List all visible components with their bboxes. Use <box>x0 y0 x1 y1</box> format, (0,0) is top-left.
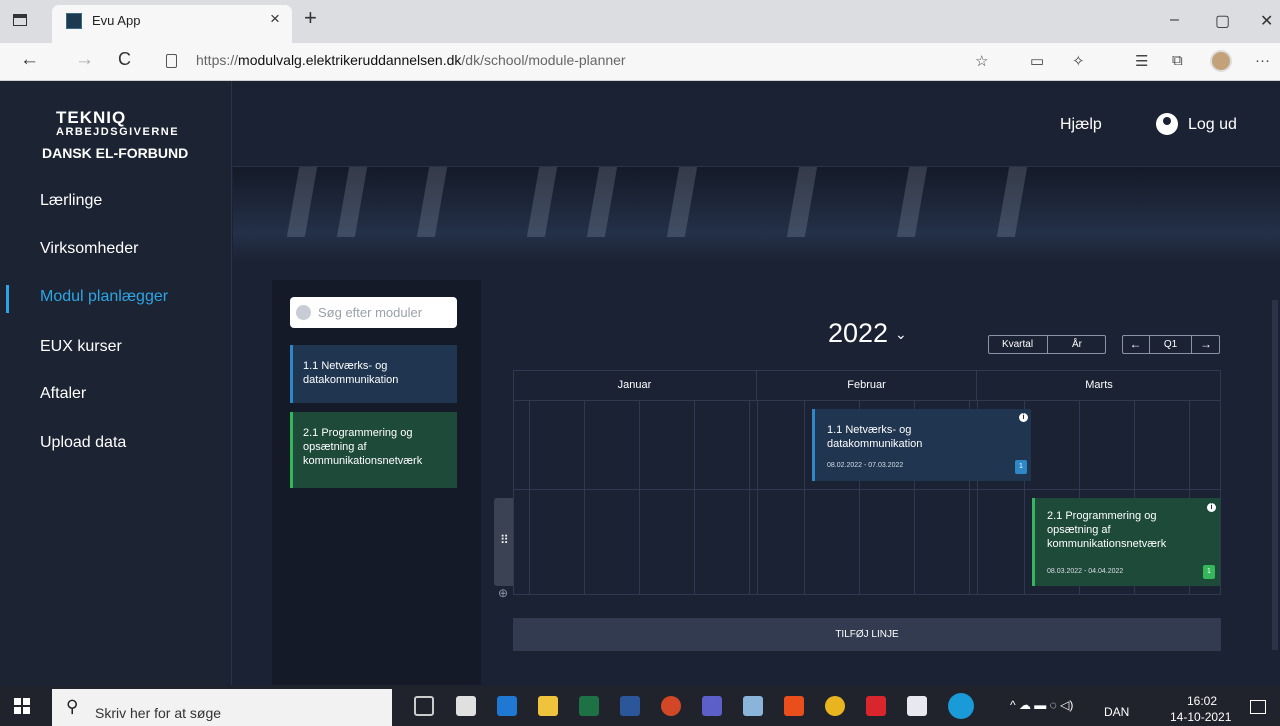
week-divider <box>584 401 585 594</box>
sidebar-active-indicator <box>6 285 9 313</box>
hero-banner <box>233 167 1280 262</box>
info-icon[interactable]: i <box>1207 503 1216 512</box>
chevron-down-icon[interactable]: ⌄ <box>895 326 907 343</box>
help-link[interactable]: Hjælp <box>1060 116 1102 134</box>
view-year-button[interactable]: År <box>1048 335 1106 354</box>
sidebar-item-virksomheder[interactable]: Virksomheder <box>40 240 138 258</box>
month-header-februar: Februar <box>757 370 977 401</box>
add-row-icon[interactable]: ⊕ <box>498 586 508 600</box>
count-badge: 1 <box>1015 460 1027 474</box>
logo-arbejdsgiverne: ARBEJDSGIVERNE <box>56 126 180 138</box>
month-header-januar: Januar <box>513 370 757 401</box>
tab-close-icon[interactable]: × <box>270 9 280 29</box>
extensions-icon[interactable]: ✧ <box>1072 52 1085 70</box>
row-divider <box>513 489 1221 490</box>
clock-date[interactable]: 14-10-2021 <box>1170 710 1231 724</box>
sidebar <box>0 81 232 685</box>
url-path: /dk/school/module-planner <box>461 52 626 68</box>
add-line-button[interactable]: TILFØJ LINJE <box>513 618 1221 651</box>
url-prefix: https:// <box>196 52 239 68</box>
notifications-icon[interactable] <box>1250 700 1266 714</box>
module-search-placeholder: Søg efter moduler <box>318 305 423 320</box>
week-divider <box>749 401 750 594</box>
excel-icon[interactable] <box>579 696 599 716</box>
language-indicator[interactable]: DAN <box>1104 705 1129 719</box>
month-divider <box>757 401 758 594</box>
powerpoint-icon[interactable] <box>661 696 681 716</box>
taskbar-search-placeholder: Skriv her for at søge <box>95 705 222 721</box>
week-divider <box>694 401 695 594</box>
page-scrollbar[interactable] <box>1272 300 1278 650</box>
event-title: 1.1 Netværks- og datakommunikation <box>827 424 923 450</box>
week-divider <box>529 401 530 594</box>
module-card-1-1[interactable]: 1.1 Netværks- og datakommunikation <box>290 345 457 403</box>
more-menu-icon[interactable]: ··· <box>1255 52 1270 69</box>
minimize-button[interactable]: – <box>1170 11 1179 29</box>
logo-dansk-el-forbund: DANSK EL-FORBUND <box>42 145 189 161</box>
module-card-2-1[interactable]: 2.1 Programmering og opsætning af kommun… <box>290 412 457 488</box>
next-quarter-button[interactable]: → <box>1192 335 1220 354</box>
week-divider <box>804 401 805 594</box>
new-tab-button[interactable]: + <box>304 5 317 31</box>
logo-tekniq: TEKNIQ <box>56 108 127 127</box>
tab-actions-icon[interactable] <box>13 14 27 26</box>
teams-icon[interactable] <box>702 696 722 716</box>
logout-link[interactable]: Log ud <box>1188 116 1237 134</box>
favorite-star-icon[interactable]: ☆ <box>975 52 988 70</box>
office-icon[interactable] <box>784 696 804 716</box>
outlook-icon[interactable] <box>497 696 517 716</box>
pen-app-icon[interactable] <box>743 696 763 716</box>
system-tray-icons[interactable]: ^ ☁ ▬ ◌ ◁) <box>1010 698 1073 712</box>
month-header-marts: Marts <box>977 370 1221 401</box>
count-badge: 1 <box>1203 565 1215 579</box>
restore-button[interactable]: ▢ <box>1215 11 1230 31</box>
collections-icon[interactable]: ⧉ <box>1172 52 1183 69</box>
sidebar-item-aftaler[interactable]: Aftaler <box>40 385 86 403</box>
lock-icon[interactable] <box>166 54 177 68</box>
top-header <box>233 81 1280 167</box>
prev-quarter-button[interactable]: ← <box>1122 335 1150 354</box>
user-icon[interactable] <box>1156 113 1178 135</box>
year-selector[interactable]: 2022 <box>828 318 888 349</box>
planned-module-2-1[interactable]: 2.1 Programmering og opsætning af kommun… <box>1032 498 1220 586</box>
todo-icon[interactable] <box>907 696 927 716</box>
event-title: 2.1 Programmering og opsætning af kommun… <box>1047 510 1167 550</box>
back-button[interactable]: ← <box>20 49 39 71</box>
store-icon[interactable] <box>456 696 476 716</box>
week-divider <box>639 401 640 594</box>
tab-title: Evu App <box>92 13 141 28</box>
sidebar-item-laerlinge[interactable]: Lærlinge <box>40 192 102 210</box>
search-icon: ⚲ <box>66 697 79 716</box>
url-field[interactable]: https://modulvalg.elektrikeruddannelsen.… <box>196 52 626 68</box>
url-domain: modulvalg.elektrikeruddannelsen.dk <box>238 52 462 68</box>
event-dates: 08.02.2022 - 07.03.2022 <box>827 462 904 469</box>
address-bar <box>0 43 1280 81</box>
chrome-icon[interactable] <box>825 696 845 716</box>
close-window-button[interactable]: ✕ <box>1260 11 1273 31</box>
sidebar-item-upload-data[interactable]: Upload data <box>40 434 126 452</box>
windows-start-icon[interactable] <box>14 698 30 714</box>
browser-tab[interactable] <box>52 5 292 43</box>
task-view-icon[interactable] <box>414 696 434 716</box>
favicon-icon <box>66 13 82 29</box>
sidebar-item-modul-planlaegger[interactable]: Modul planlægger <box>40 288 168 306</box>
drag-dots-icon: ⠿ <box>500 533 509 547</box>
current-quarter: Q1 <box>1150 335 1192 354</box>
sidebar-item-eux-kurser[interactable]: EUX kurser <box>40 338 122 356</box>
word-icon[interactable] <box>620 696 640 716</box>
forward-button[interactable]: → <box>75 49 94 71</box>
info-icon[interactable]: i <box>1019 413 1028 422</box>
file-explorer-icon[interactable] <box>538 696 558 716</box>
acrobat-icon[interactable] <box>866 696 886 716</box>
reload-button[interactable]: C <box>118 49 131 70</box>
clock-time[interactable]: 16:02 <box>1187 694 1217 708</box>
profile-avatar[interactable] <box>1210 50 1232 72</box>
edge-icon[interactable] <box>948 693 974 719</box>
reading-view-icon[interactable]: ▭ <box>1030 52 1044 70</box>
search-icon <box>296 305 311 320</box>
favorites-icon[interactable]: ☰ <box>1135 52 1148 70</box>
view-quarter-button[interactable]: Kvartal <box>988 335 1048 354</box>
event-dates: 08.03.2022 - 04.04.2022 <box>1047 568 1124 575</box>
planned-module-1-1[interactable]: 1.1 Netværks- og datakommunikation 08.02… <box>812 409 1031 481</box>
